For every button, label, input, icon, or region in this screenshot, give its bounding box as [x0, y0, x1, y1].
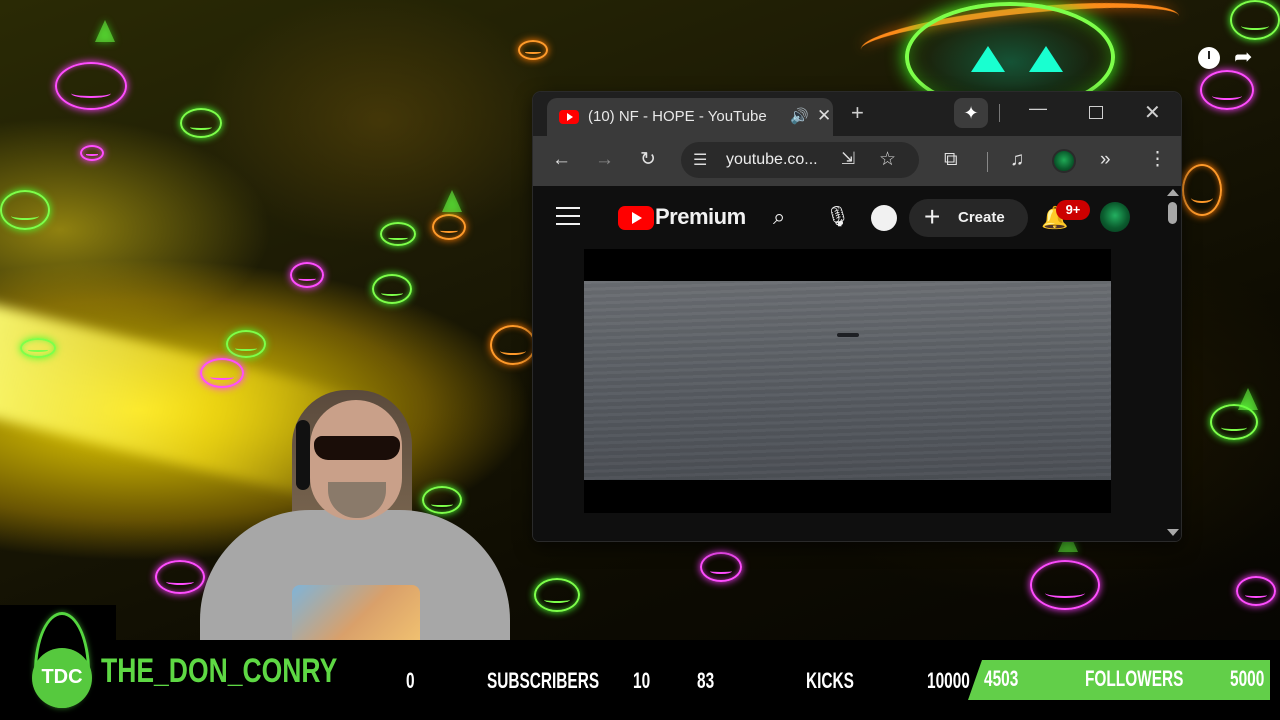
youtube-page: Premium ⌕ 🎙 + Create 🔔 9+ [533, 186, 1181, 541]
notification-badge: 9+ [1056, 200, 1090, 220]
webcam-feed [200, 380, 510, 640]
pumpkin-icon [1230, 0, 1280, 40]
pumpkin-icon [55, 62, 127, 110]
pumpkin-icon [290, 262, 324, 288]
account-avatar[interactable] [1100, 202, 1130, 232]
youtube-logo-icon[interactable] [618, 206, 654, 230]
more-tabs-icon[interactable]: » [1100, 147, 1111, 173]
scroll-down-arrow-icon[interactable] [1167, 529, 1179, 536]
video-player[interactable] [584, 249, 1111, 513]
tab-youtube[interactable]: (10) NF - HOPE - YouTube 🔊 ✕ [547, 98, 833, 136]
scroll-up-arrow-icon[interactable] [1167, 189, 1179, 196]
ai-assistant-icon[interactable] [871, 205, 897, 231]
pumpkin-icon [372, 274, 412, 304]
pumpkin-icon [180, 108, 222, 138]
pumpkin-icon [534, 578, 580, 612]
pumpkin-icon [1182, 164, 1222, 216]
page-scrollbar[interactable] [1165, 186, 1181, 541]
logo-text: TDC [41, 666, 83, 688]
kicks-goal: 10000 [927, 668, 970, 693]
tab-title: (10) NF - HOPE - YouTube [588, 108, 767, 125]
maximize-button[interactable] [1089, 106, 1103, 119]
pumpkin-icon [518, 40, 548, 60]
pumpkin-icon [432, 214, 466, 240]
browser-menu-icon[interactable]: ⋮ [1148, 147, 1167, 173]
witch-hat-icon [442, 190, 462, 212]
pumpkin-icon [380, 222, 416, 246]
tab-strip: (10) NF - HOPE - YouTube 🔊 ✕ + ✦ — ✕ [533, 92, 1181, 136]
channel-logo: TDC [26, 612, 98, 710]
divider [987, 152, 988, 172]
url-text[interactable]: youtube.co... [726, 151, 818, 169]
bookmark-star-icon[interactable]: ☆ [879, 148, 896, 171]
pumpkin-icon [1030, 560, 1100, 610]
new-tab-button[interactable]: + [851, 100, 864, 126]
media-controls-icon[interactable]: ♫ [1010, 147, 1024, 173]
clock-icon[interactable] [1198, 47, 1220, 69]
pumpkin-icon [490, 325, 536, 365]
pumpkin-icon [700, 552, 742, 582]
pumpkin-icon [226, 330, 266, 358]
close-window-button[interactable]: ✕ [1144, 100, 1161, 125]
gemini-icon[interactable]: ✦ [954, 98, 988, 128]
boat-on-sea [837, 333, 859, 337]
kicks-count: 83 [697, 668, 715, 693]
speaker-icon[interactable]: 🔊 [790, 107, 809, 125]
witch-hat-icon [1238, 388, 1258, 410]
pumpkin-icon [155, 560, 205, 594]
scrollbar-thumb[interactable] [1168, 202, 1177, 224]
divider [999, 104, 1000, 122]
extensions-icon[interactable]: ⧉ [944, 147, 958, 173]
pumpkin-icon [1200, 70, 1254, 110]
followers-goal: 5000 [1230, 666, 1265, 691]
youtube-premium-logo[interactable]: Premium [655, 204, 746, 230]
followers-label: FOLLOWERS [1085, 666, 1184, 691]
subscribers-label: SUBSCRIBERS [487, 668, 600, 693]
forward-icon[interactable]: → [595, 147, 614, 173]
profile-avatar[interactable] [1052, 149, 1076, 173]
back-icon[interactable]: ← [552, 147, 571, 173]
share-icon[interactable]: ➦ [1234, 44, 1252, 70]
browser-window: (10) NF - HOPE - YouTube 🔊 ✕ + ✦ — ✕ ← →… [533, 92, 1181, 541]
channel-name: THE_DON_CONRY [101, 652, 338, 690]
pumpkin-icon [1236, 576, 1276, 606]
install-app-icon[interactable]: ⇲ [841, 149, 855, 169]
close-tab-icon[interactable]: ✕ [817, 106, 831, 126]
minimize-button[interactable]: — [1029, 98, 1047, 119]
search-icon[interactable]: ⌕ [773, 203, 785, 231]
create-label: Create [958, 209, 1005, 226]
reload-icon[interactable]: ↻ [640, 147, 656, 173]
pumpkin-icon [80, 145, 104, 161]
video-frame [584, 281, 1111, 480]
create-button[interactable]: + Create [909, 199, 1028, 237]
address-bar[interactable]: ☰ youtube.co... ⇲ ☆ [681, 142, 919, 178]
hamburger-menu-icon[interactable] [556, 207, 580, 225]
subscribers-count: 0 [406, 668, 415, 693]
plus-icon: + [924, 201, 941, 232]
browser-toolbar: ← → ↻ ☰ youtube.co... ⇲ ☆ ⧉ ♫ » ⋮ [533, 136, 1181, 186]
pumpkin-icon [0, 190, 50, 230]
kicks-label: KICKS [806, 668, 854, 693]
youtube-favicon-icon [559, 110, 579, 124]
witch-hat-icon [95, 20, 115, 42]
followers-count: 4503 [984, 666, 1019, 691]
pumpkin-icon [20, 338, 56, 358]
microphone-icon[interactable]: 🎙 [825, 203, 850, 231]
subscribers-goal: 10 [633, 668, 651, 693]
site-info-icon[interactable]: ☰ [693, 150, 707, 170]
